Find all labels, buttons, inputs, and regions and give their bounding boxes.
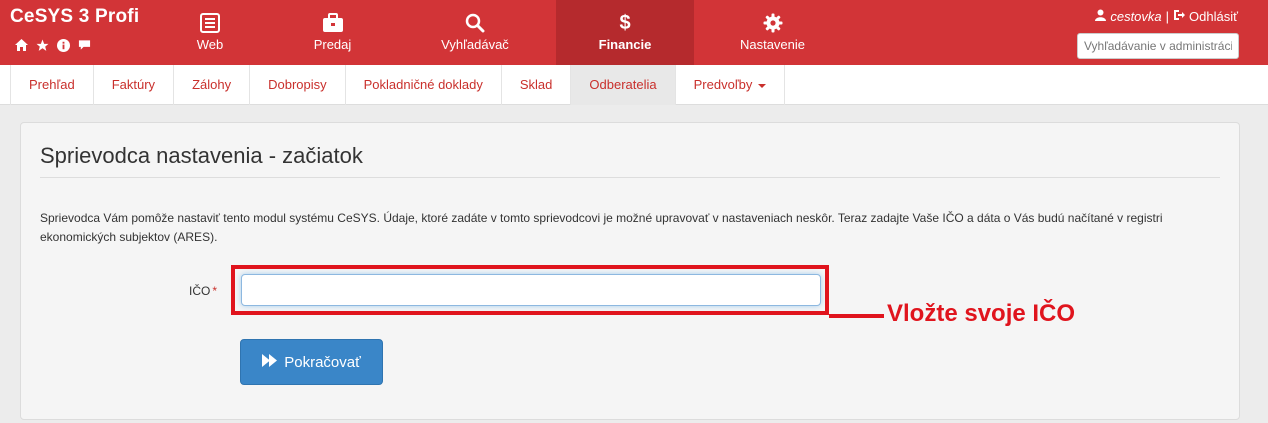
- comment-icon[interactable]: [77, 38, 91, 52]
- nav-item-web[interactable]: Web: [170, 0, 250, 65]
- web-icon: [200, 12, 220, 34]
- brand-icon-bar: [14, 38, 91, 52]
- nav-item-label: Web: [196, 37, 224, 52]
- tab-sklad[interactable]: Sklad: [502, 65, 572, 105]
- nav-item-nastavenie[interactable]: Nastavenie: [730, 0, 815, 65]
- fast-forward-icon: [262, 353, 278, 371]
- sub-nav-tabs: Prehľad Faktúry Zálohy Dobropisy Pokladn…: [10, 65, 786, 105]
- wizard-description: Sprievodca Vám pomôže nastaviť tento mod…: [40, 211, 1163, 244]
- chevron-down-icon: [758, 83, 767, 88]
- tab-predvolby[interactable]: Predvoľby: [676, 65, 786, 105]
- user-icon: [1095, 9, 1107, 24]
- gear-icon: [763, 12, 783, 34]
- nav-item-label: Nastavenie: [739, 37, 806, 52]
- tab-zalohy[interactable]: Zálohy: [174, 65, 251, 105]
- search-icon: [465, 12, 485, 34]
- sub-navbar: Prehľad Faktúry Zálohy Dobropisy Pokladn…: [0, 65, 1268, 105]
- user-name-link[interactable]: cestovka: [1110, 9, 1161, 24]
- annotation-callout: Vložte svoje IČO: [887, 300, 1076, 327]
- wizard-panel: Sprievodca nastavenia - začiatok Sprievo…: [20, 122, 1240, 420]
- info-icon[interactable]: [56, 38, 70, 52]
- nav-item-label: Predaj: [313, 37, 352, 52]
- tab-prehlad[interactable]: Prehľad: [11, 65, 94, 105]
- tab-pokladnicne-doklady[interactable]: Pokladničné doklady: [346, 65, 502, 105]
- annotation-connector-line: [829, 314, 884, 318]
- nav-item-vyhladavac[interactable]: Vyhľadávač: [425, 0, 525, 65]
- title-divider: [40, 177, 1220, 178]
- home-icon[interactable]: [14, 38, 28, 52]
- star-icon[interactable]: [35, 38, 49, 52]
- tab-dobropisy[interactable]: Dobropisy: [250, 65, 346, 105]
- admin-search-input[interactable]: [1077, 33, 1239, 59]
- required-mark: *: [212, 284, 218, 298]
- user-separator: |: [1165, 9, 1170, 24]
- briefcase-icon: [322, 12, 344, 34]
- annotation-highlight-box: [231, 265, 829, 315]
- user-line: cestovka | Odhlásiť: [1095, 9, 1238, 24]
- brand-title[interactable]: CeSYS 3 Profi: [10, 6, 139, 28]
- nav-item-financie[interactable]: $ Financie: [556, 0, 694, 65]
- tab-faktury[interactable]: Faktúry: [94, 65, 175, 105]
- tab-odberatelia[interactable]: Odberatelia: [571, 65, 676, 105]
- continue-button-label: Pokračovať: [284, 353, 361, 371]
- nav-item-label: Financie: [598, 37, 652, 52]
- ico-label-text: IČO: [189, 284, 211, 298]
- logout-icon: [1173, 9, 1186, 24]
- nav-item-predaj[interactable]: Predaj: [290, 0, 375, 65]
- logout-link[interactable]: Odhlásiť: [1189, 9, 1238, 24]
- ico-field-label: IČO *: [189, 284, 217, 298]
- page-title: Sprievodca nastavenia - začiatok: [40, 143, 363, 168]
- top-navbar: CeSYS 3 Profi Web Predaj Vyhľadávač $ Fi…: [0, 0, 1268, 65]
- continue-button[interactable]: Pokračovať: [240, 339, 383, 385]
- nav-item-label: Vyhľadávač: [441, 37, 509, 52]
- dollar-icon: $: [619, 11, 631, 34]
- tab-predvolby-label: Predvoľby: [693, 77, 753, 92]
